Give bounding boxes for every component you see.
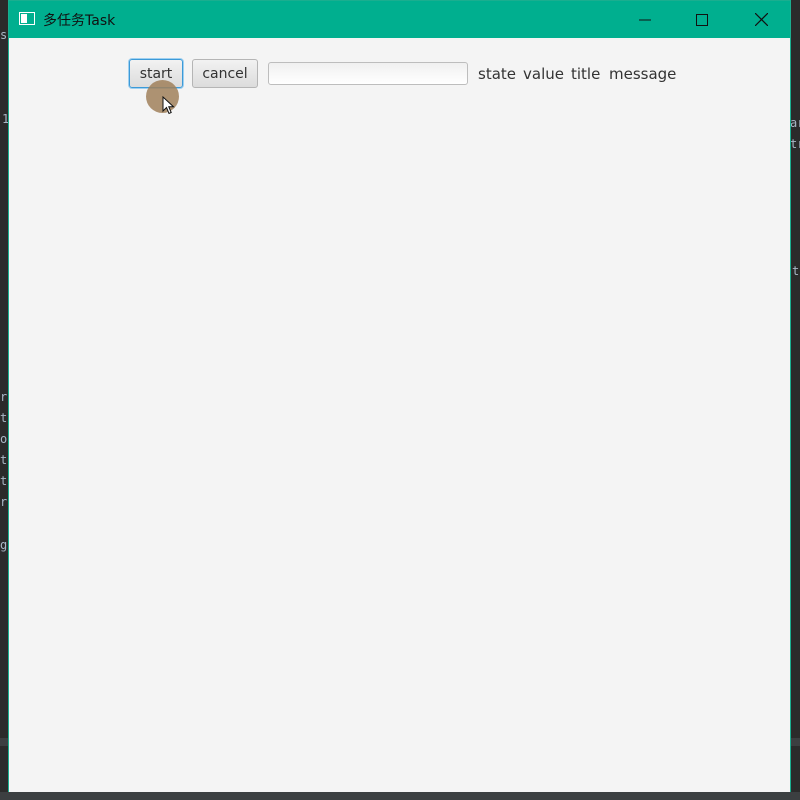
message-label: message: [609, 65, 677, 83]
bg-editor-divider: [0, 792, 800, 800]
app-window: 多任务Task start cancel state value title m…: [8, 0, 791, 792]
maximize-icon: [696, 13, 708, 26]
value-label: value: [523, 65, 564, 83]
bg-code-fragment: s: [0, 28, 8, 42]
state-label: state: [478, 65, 516, 83]
bg-code-fragment: r: [0, 390, 8, 404]
close-icon: [754, 13, 768, 26]
content-area: start cancel state value title message: [9, 38, 790, 792]
window-title: 多任务Task: [43, 13, 116, 29]
bg-code-fragment: r: [0, 495, 8, 509]
task-text-field[interactable]: [268, 62, 468, 85]
bg-code-fragment: ar: [790, 116, 800, 130]
bg-code-fragment: o: [0, 432, 8, 446]
maximize-button[interactable]: [673, 1, 731, 38]
minimize-icon: [639, 19, 651, 20]
bg-code-fragment: t: [0, 453, 8, 467]
bg-code-fragment: tr: [790, 137, 800, 151]
minimize-button[interactable]: [616, 1, 674, 38]
bg-code-fragment: t: [792, 264, 800, 278]
cancel-button[interactable]: cancel: [192, 59, 258, 88]
bg-code-fragment: t: [0, 474, 8, 488]
mouse-pointer-icon: [162, 96, 175, 115]
app-window-icon: [19, 12, 35, 25]
title-label: title: [571, 65, 601, 83]
title-bar[interactable]: 多任务Task: [9, 1, 790, 38]
close-button[interactable]: [732, 1, 790, 38]
bg-code-fragment: t: [0, 411, 8, 425]
bg-code-fragment: g: [0, 538, 8, 552]
